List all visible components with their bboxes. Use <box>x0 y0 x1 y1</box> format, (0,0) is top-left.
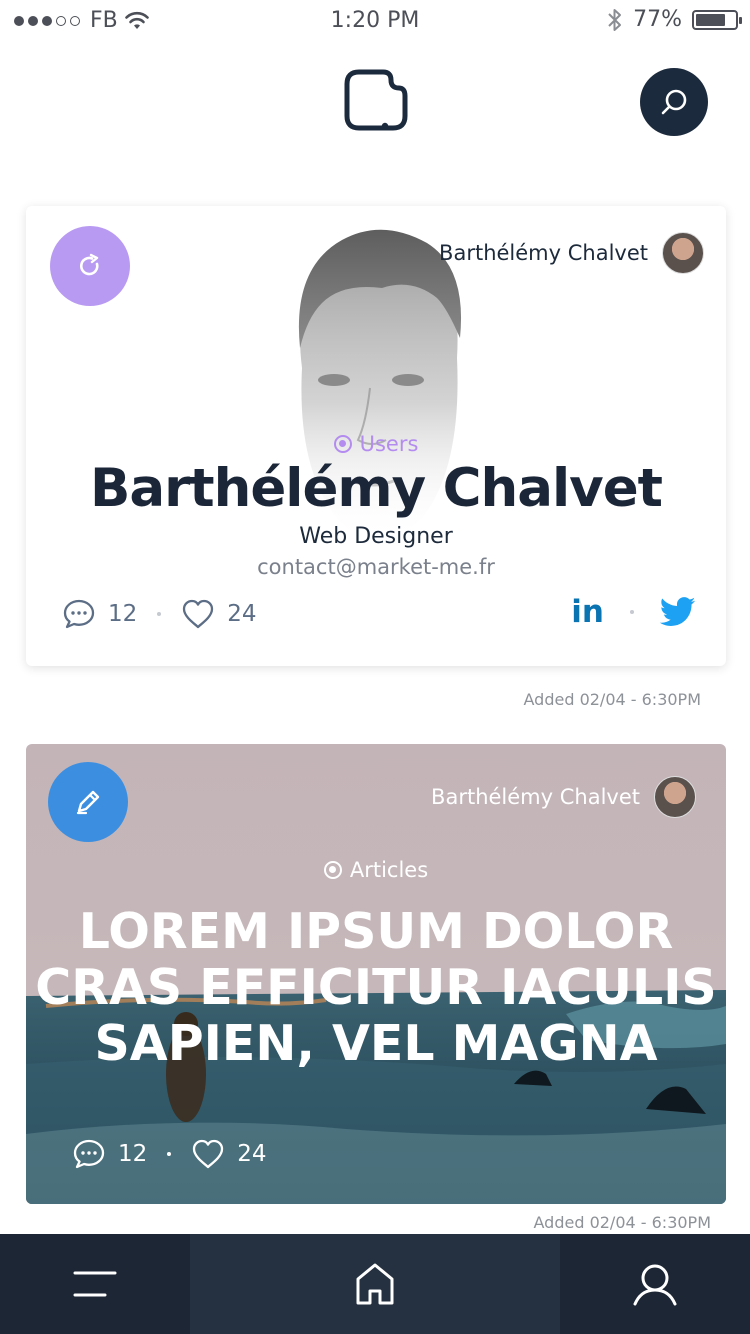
category-tag[interactable]: Users <box>26 432 726 456</box>
target-icon <box>333 435 352 453</box>
article-type-badge[interactable] <box>48 762 128 842</box>
pencil-icon <box>76 790 100 815</box>
added-timestamp: Added 02/04 - 6:30PM <box>523 690 702 709</box>
avatar[interactable] <box>662 232 704 274</box>
menu-icon <box>73 1271 117 1297</box>
category-tag[interactable]: Articles <box>26 858 726 882</box>
heart-icon <box>183 599 214 629</box>
profile-icon <box>633 1264 677 1306</box>
avatar[interactable] <box>654 776 696 818</box>
separator-dot <box>630 610 634 614</box>
profile-email[interactable]: contact@market-me.fr <box>26 555 726 579</box>
card-stats: 12 24 <box>72 1138 267 1170</box>
tab-menu[interactable] <box>0 1234 190 1334</box>
added-timestamp: Added 02/04 - 6:30PM <box>533 1213 712 1232</box>
search-icon <box>661 89 687 115</box>
bluetooth-icon <box>608 8 622 31</box>
headline-line: CRAS EFFICITUR IACULIS <box>35 959 717 1016</box>
comments-stat[interactable]: 12 <box>72 1138 147 1170</box>
comments-stat[interactable]: 12 <box>62 598 137 630</box>
battery-icon <box>692 9 742 30</box>
likes-stat[interactable]: 24 <box>191 1138 267 1170</box>
profile-role: Web Designer <box>299 524 453 549</box>
user-type-badge[interactable] <box>50 226 130 306</box>
profile-name: Barthélémy Chalvet <box>89 458 663 519</box>
social-links: in <box>571 594 696 630</box>
author-name[interactable]: Barthélémy Chalvet <box>439 241 648 265</box>
category-label: Users <box>359 432 419 456</box>
refresh-icon <box>79 253 99 276</box>
battery-percentage: 77% <box>633 7 682 32</box>
author-info[interactable]: Barthélémy Chalvet <box>431 776 696 818</box>
article-headline[interactable]: LOREM IPSUM DOLOR CRAS EFFICITUR IACULIS… <box>26 904 726 1072</box>
author-info[interactable]: Barthélémy Chalvet <box>439 232 704 274</box>
tab-home[interactable] <box>190 1234 560 1334</box>
likes-count: 24 <box>227 601 257 627</box>
separator-dot <box>157 612 162 616</box>
search-button[interactable] <box>640 68 708 136</box>
comment-icon <box>63 599 95 629</box>
tab-profile[interactable] <box>560 1234 750 1334</box>
separator-dot <box>167 1152 172 1156</box>
linkedin-icon[interactable]: in <box>571 594 604 630</box>
author-name[interactable]: Barthélémy Chalvet <box>431 785 640 809</box>
card-stats: 12 24 <box>62 598 257 630</box>
article-card[interactable]: Barthélémy Chalvet Articles LOREM IPSUM … <box>26 744 726 1204</box>
headline-line: LOREM IPSUM DOLOR <box>78 903 674 960</box>
bottom-tab-bar <box>0 1234 750 1334</box>
home-icon <box>356 1263 394 1305</box>
status-bar: FB 1:20 PM 77% <box>0 0 750 42</box>
headline-line: SAPIEN, VEL MAGNA <box>94 1015 658 1072</box>
twitter-icon[interactable] <box>660 597 696 627</box>
likes-stat[interactable]: 24 <box>181 598 257 630</box>
app-logo-icon[interactable] <box>343 68 409 134</box>
heart-icon <box>193 1139 224 1169</box>
comment-icon <box>73 1139 105 1169</box>
target-icon <box>323 861 342 879</box>
category-label: Articles <box>349 858 429 882</box>
comments-count: 12 <box>108 601 138 627</box>
comments-count: 12 <box>118 1141 148 1167</box>
likes-count: 24 <box>237 1141 267 1167</box>
user-card[interactable]: Barthélémy Chalvet Users Barthélémy Chal… <box>26 206 726 666</box>
